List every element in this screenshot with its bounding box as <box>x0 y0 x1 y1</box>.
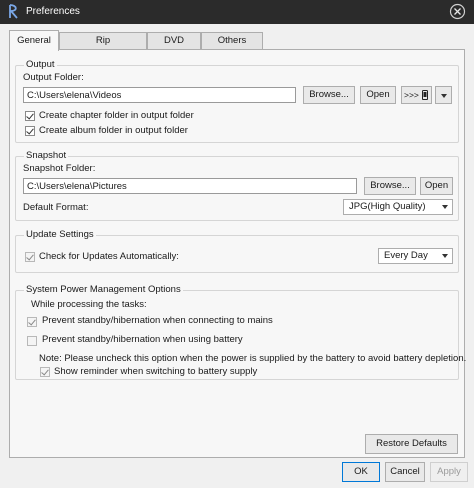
snapshot-group-label: Snapshot <box>24 150 69 161</box>
apply-button[interactable]: Apply <box>430 462 468 482</box>
output-group-label: Output <box>24 59 57 70</box>
title-bar: Preferences <box>0 0 474 24</box>
chapter-folder-label: Create chapter folder in output folder <box>39 110 194 121</box>
battery-reminder-label: Show reminder when switching to battery … <box>54 366 258 377</box>
snapshot-browse-button[interactable]: Browse... <box>364 177 416 195</box>
battery-standby-checkbox[interactable] <box>27 336 37 346</box>
auto-update-label: Check for Updates Automatically: <box>39 251 179 262</box>
app-logo-icon <box>9 4 18 19</box>
tab-rip[interactable]: Rip <box>59 32 147 50</box>
update-frequency-value: Every Day <box>384 250 428 261</box>
update-group-label: Update Settings <box>24 229 96 240</box>
chevron-down-icon <box>441 94 447 98</box>
chevron-down-icon <box>442 205 448 209</box>
chevron-down-icon <box>442 254 448 258</box>
device-button[interactable]: >>> <box>401 86 432 104</box>
update-group: Update Settings Check for Updates Automa… <box>15 229 459 273</box>
ok-button[interactable]: OK <box>342 462 380 482</box>
auto-update-checkbox[interactable] <box>25 252 35 262</box>
battery-standby-label: Prevent standby/hibernation when using b… <box>42 334 243 345</box>
mains-standby-checkbox[interactable] <box>27 317 37 327</box>
window-title: Preferences <box>26 6 80 17</box>
battery-note: Note: Please uncheck this option when th… <box>39 353 467 364</box>
snapshot-folder-label: Snapshot Folder: <box>23 163 96 174</box>
mains-standby-label: Prevent standby/hibernation when connect… <box>42 315 273 326</box>
default-format-value: JPG(High Quality) <box>349 201 426 212</box>
album-folder-label: Create album folder in output folder <box>39 125 188 136</box>
default-format-label: Default Format: <box>23 202 89 213</box>
tab-general[interactable]: General <box>9 30 59 51</box>
restore-defaults-button[interactable]: Restore Defaults <box>365 434 458 454</box>
cancel-button[interactable]: Cancel <box>385 462 425 482</box>
power-group-label: System Power Management Options <box>24 284 183 295</box>
snapshot-folder-input[interactable]: C:\Users\elena\Pictures <box>23 178 357 194</box>
chapter-folder-checkbox[interactable] <box>25 111 35 121</box>
phone-icon <box>422 90 428 100</box>
dialog-button-bar: OK Cancel Apply <box>0 458 474 488</box>
device-button-label: >>> <box>404 90 419 100</box>
album-folder-checkbox[interactable] <box>25 126 35 136</box>
tab-others[interactable]: Others <box>201 32 263 50</box>
close-icon[interactable] <box>449 3 466 20</box>
device-dropdown-button[interactable] <box>435 86 452 104</box>
general-panel: Output Output Folder: C:\Users\elena\Vid… <box>9 49 466 458</box>
default-format-select[interactable]: JPG(High Quality) <box>343 199 453 215</box>
while-processing-label: While processing the tasks: <box>31 299 147 310</box>
output-browse-button[interactable]: Browse... <box>303 86 355 104</box>
snapshot-open-button[interactable]: Open <box>420 177 453 195</box>
tab-dvd[interactable]: DVD <box>147 32 201 50</box>
update-frequency-select[interactable]: Every Day <box>378 248 453 264</box>
power-group: System Power Management Options While pr… <box>15 284 466 380</box>
output-open-button[interactable]: Open <box>360 86 396 104</box>
output-group: Output Output Folder: C:\Users\elena\Vid… <box>15 59 459 143</box>
output-folder-label: Output Folder: <box>23 72 84 83</box>
output-folder-input[interactable]: C:\Users\elena\Videos <box>23 87 296 103</box>
battery-reminder-checkbox[interactable] <box>40 367 50 377</box>
snapshot-group: Snapshot Snapshot Folder: C:\Users\elena… <box>15 150 459 221</box>
